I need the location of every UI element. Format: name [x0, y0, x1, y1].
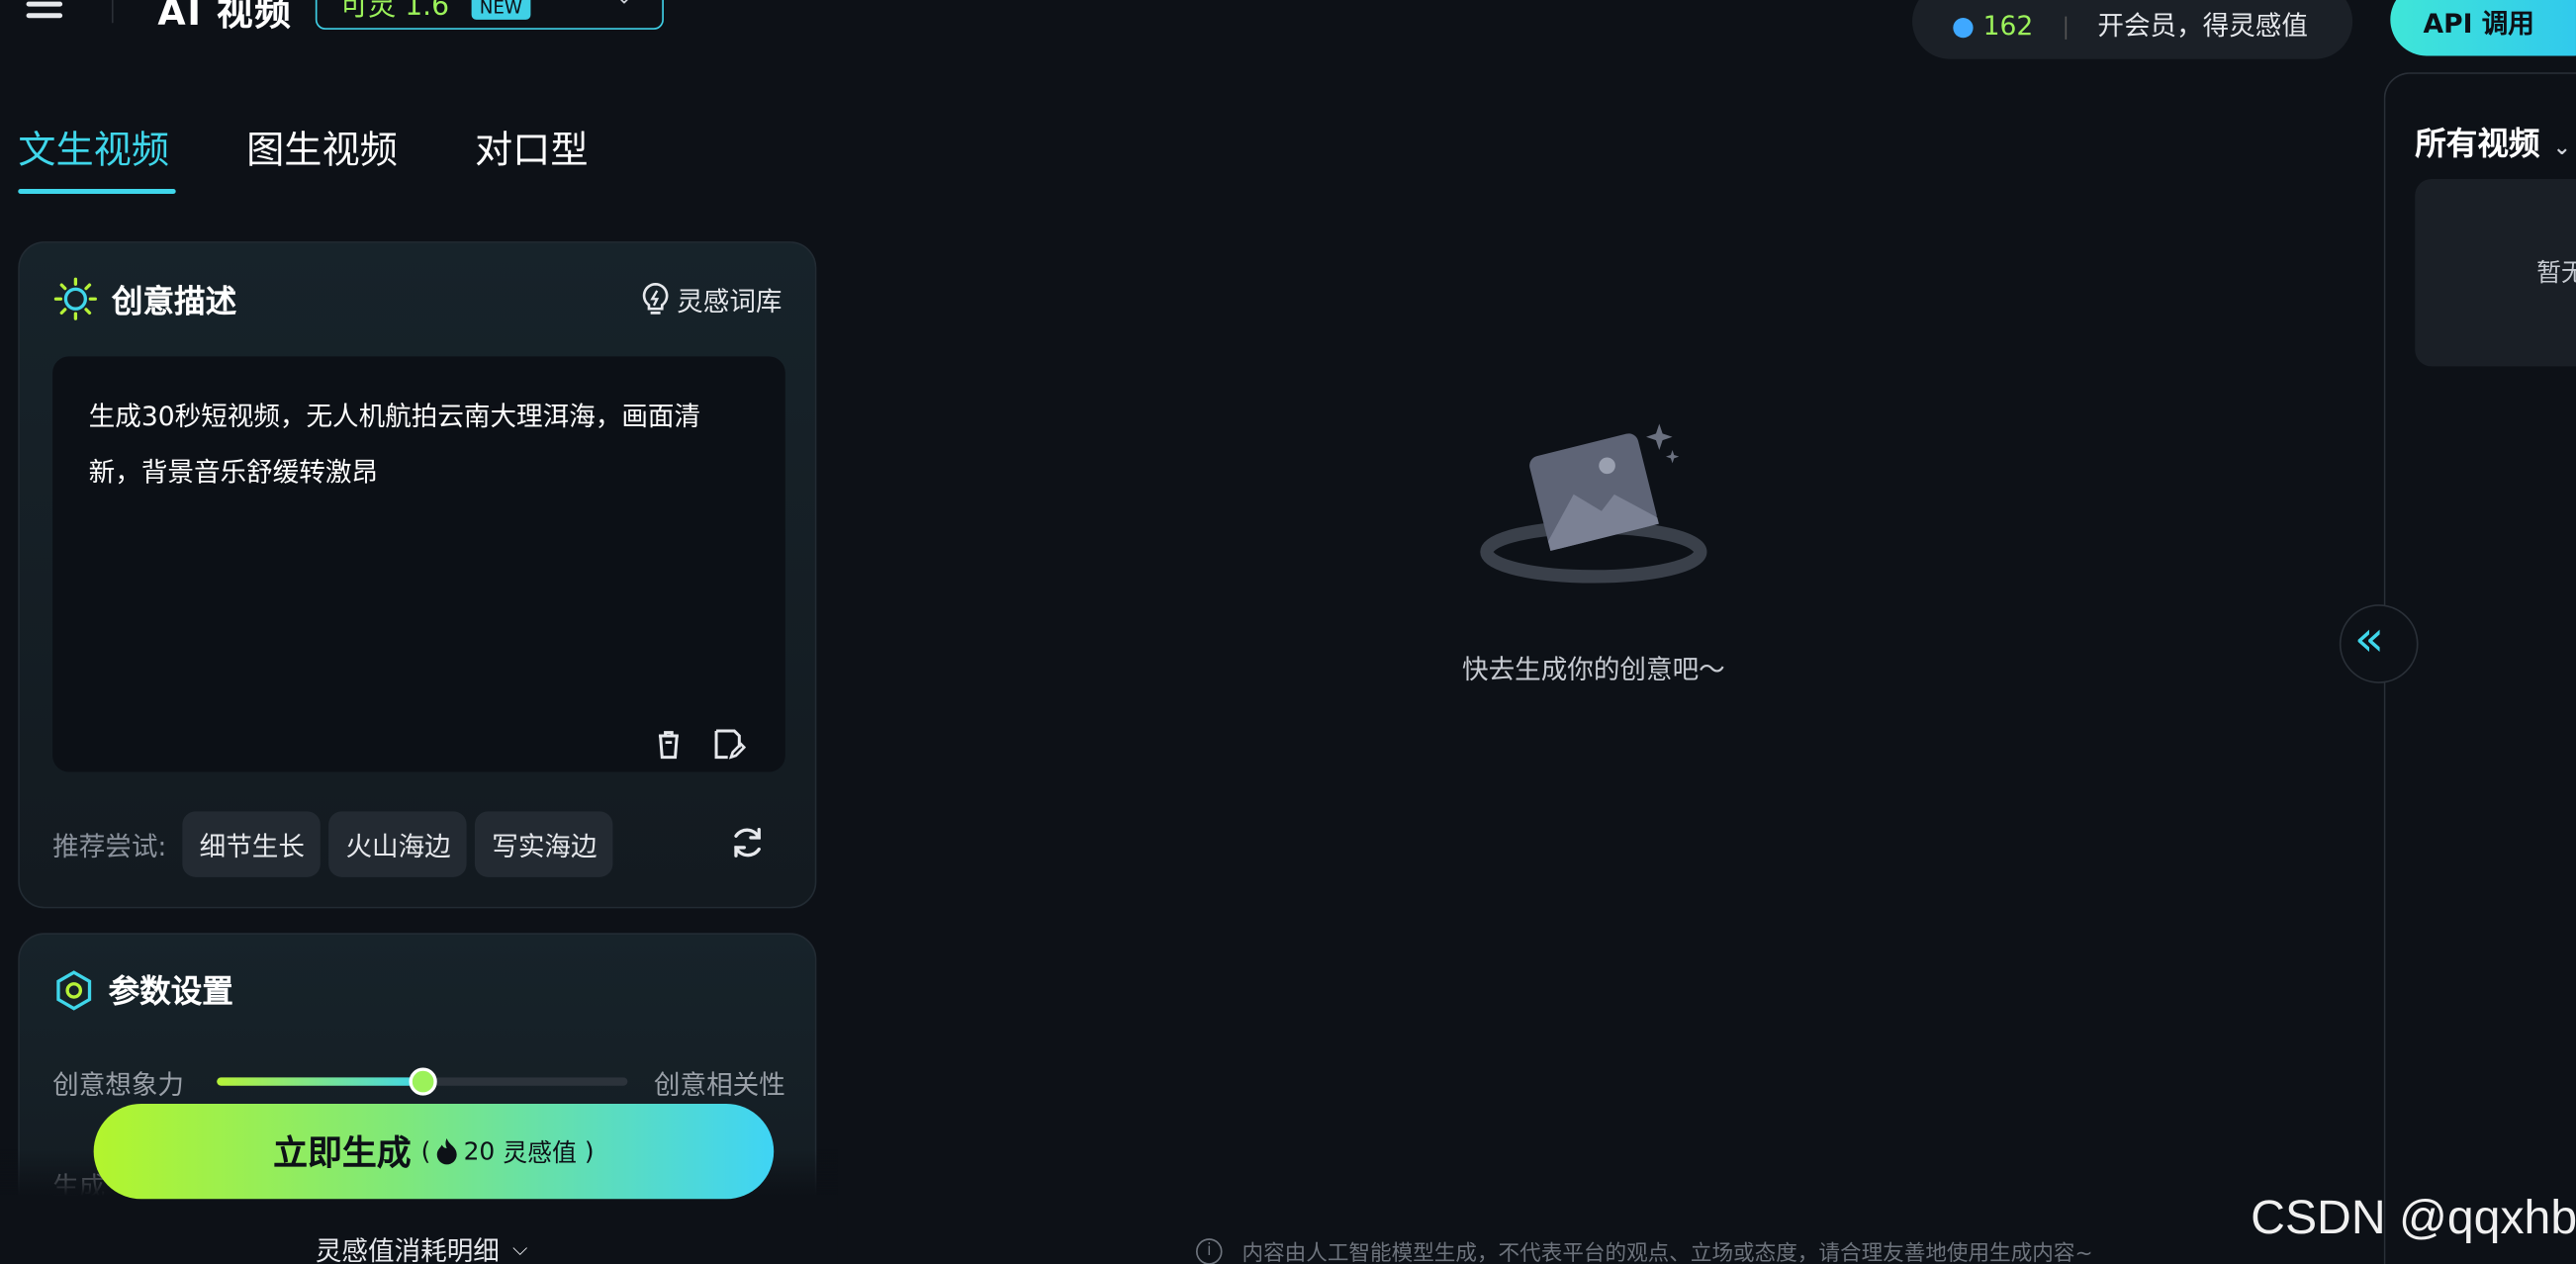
chevron-down-icon: ⌄	[2552, 135, 2571, 161]
flame-icon	[437, 1137, 457, 1165]
model-name: 可灵 1.6	[339, 0, 450, 24]
chevron-down-icon: ⌵	[512, 1235, 528, 1259]
app-title: AI 视频	[157, 0, 293, 35]
chevron-down-icon: ⌄	[616, 0, 633, 8]
refresh-icon[interactable]	[729, 825, 766, 861]
collapse-panel-button[interactable]: «	[2339, 604, 2419, 683]
credit-icon: ●	[1951, 9, 1976, 42]
tab-text-to-video[interactable]: 文生视频	[18, 119, 169, 174]
suggestion-chip[interactable]: 写实海边	[475, 811, 614, 877]
card-header: 创意描述	[52, 276, 236, 321]
generate-cost: ( 20 灵感值 )	[421, 1134, 595, 1169]
divider	[111, 0, 114, 24]
tab-lip-sync[interactable]: 对口型	[475, 119, 589, 174]
divider	[2065, 15, 2067, 40]
library-label: 灵感词库	[677, 285, 782, 317]
new-badge: NEW	[471, 0, 531, 20]
slider-fill	[217, 1077, 422, 1086]
card-title: 参数设置	[108, 973, 233, 1011]
history-filter[interactable]: 所有视频 ⌄	[2415, 120, 2571, 164]
slider-left-label: 创意想象力	[52, 1069, 185, 1101]
history-empty-text: 暂无	[2536, 257, 2576, 288]
suggestion-chip[interactable]: 火山海边	[328, 811, 468, 877]
trash-icon[interactable]	[651, 726, 688, 763]
slider-thumb[interactable]	[408, 1067, 436, 1096]
cost-unit: 灵感值	[503, 1137, 577, 1167]
suggestion-chip[interactable]: 细节生长	[183, 811, 322, 877]
empty-image-illustration	[1480, 423, 1707, 584]
tab-image-to-video[interactable]: 图生视频	[246, 119, 398, 174]
settings-hexagon-icon	[56, 969, 92, 1010]
app-root: AI 视频 可灵 1.6 NEW ⌄ ● 162 开会员，得灵感值 API 调用…	[0, 0, 2576, 1264]
suggest-label: 推荐尝试:	[52, 831, 167, 862]
inspiration-library-link[interactable]: 灵感词库	[641, 279, 782, 318]
cost-paren-close: )	[584, 1136, 595, 1167]
prompt-text[interactable]: 生成30秒短视频，无人机航拍云南大理洱海，画面清新，背景音乐舒缓转激昂	[89, 390, 750, 501]
creative-description-card: 创意描述 灵感词库 生成30秒短视频，无人机航拍云南大理洱海，画面清新，背景音乐…	[18, 241, 817, 909]
creativity-slider-row: 创意想象力 创意相关性	[52, 1062, 785, 1102]
creativity-slider[interactable]	[217, 1067, 628, 1096]
credits-pill[interactable]: ● 162 开会员，得灵感值	[1912, 0, 2353, 59]
watermark: CSDN @qqxhb	[2251, 1192, 2576, 1245]
history-empty-box: 暂无	[2415, 179, 2576, 367]
model-select[interactable]: 可灵 1.6 NEW ⌄	[315, 0, 664, 30]
sun-icon	[53, 277, 97, 320]
generate-button[interactable]: 立即生成 ( 20 灵感值 )	[93, 1103, 775, 1200]
generate-label: 立即生成	[273, 1132, 412, 1173]
save-edit-icon[interactable]	[709, 726, 747, 763]
active-tab-indicator	[18, 188, 176, 194]
disclaimer: i 内容由人工智能模型生成，不代表平台的观点、立场或态度，请合理友善地使用生成内…	[1195, 1235, 2093, 1264]
api-button[interactable]: API 调用	[2390, 0, 2576, 56]
cost-detail-label: 灵感值消耗明细	[315, 1234, 500, 1264]
card-header: 参数设置	[52, 967, 233, 1012]
prompt-textarea[interactable]: 生成30秒短视频，无人机航拍云南大理洱海，画面清新，背景音乐舒缓转激昂	[52, 356, 785, 772]
history-panel: 所有视频 ⌄ 暂无	[2383, 72, 2576, 1264]
cost-detail-toggle[interactable]: 灵感值消耗明细 ⌵	[316, 1228, 527, 1264]
suggestion-row: 推荐尝试: 细节生长 火山海边 写实海边	[52, 811, 621, 877]
info-icon: i	[1195, 1237, 1223, 1264]
cost-value: 20	[463, 1136, 496, 1167]
lightbulb-icon	[642, 282, 669, 315]
prompt-actions	[651, 726, 747, 763]
menu-icon[interactable]	[26, 0, 63, 23]
membership-link[interactable]: 开会员，得灵感值	[2097, 10, 2308, 42]
cost-paren-open: (	[420, 1136, 431, 1167]
empty-state-text: 快去生成你的创意吧～	[1461, 653, 1725, 685]
slider-right-label: 创意相关性	[653, 1069, 785, 1101]
disclaimer-text: 内容由人工智能模型生成，不代表平台的观点、立场或态度，请合理友善地使用生成内容~	[1242, 1241, 2093, 1264]
credits-value: 162	[1982, 9, 2034, 42]
card-title: 创意描述	[111, 283, 237, 320]
history-filter-label: 所有视频	[2415, 126, 2540, 163]
